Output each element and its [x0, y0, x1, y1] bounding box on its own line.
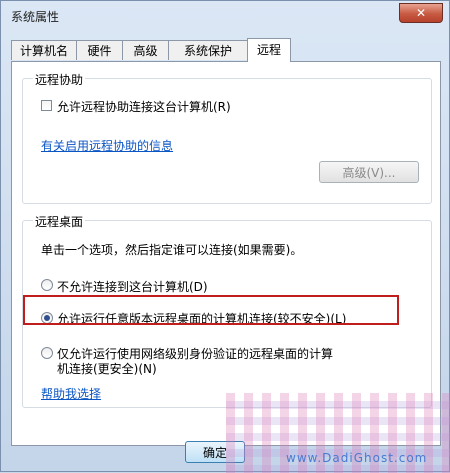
tab-advanced[interactable]: 高级 — [122, 40, 169, 60]
close-button[interactable]: ✕ — [399, 3, 443, 23]
window-title: 系统属性 — [11, 10, 60, 24]
tab-bar: 计算机名 硬件 高级 系统保护 远程 — [11, 38, 441, 62]
tab-computer-name[interactable]: 计算机名 — [11, 40, 77, 60]
tab-system-protection[interactable]: 系统保护 — [168, 40, 248, 60]
system-properties-window: 系统属性 ✕ 计算机名 硬件 高级 系统保护 远程 远程协助 允许远程协助连接这… — [0, 0, 450, 473]
tab-panel-remote: 远程协助 允许远程协助连接这台计算机(R) 有关启用远程协助的信息 高级(V).… — [11, 61, 441, 446]
remote-assistance-group: 远程协助 允许远程协助连接这台计算机(R) 有关启用远程协助的信息 高级(V).… — [22, 71, 432, 204]
close-icon: ✕ — [415, 6, 427, 20]
watermark-text: www.DadiGhost.com — [286, 451, 428, 465]
allow-remote-assistance-label[interactable]: 允许远程协助连接这台计算机(R) — [57, 98, 231, 115]
radio-allow-nla-only[interactable] — [41, 347, 53, 359]
remote-desktop-title: 远程桌面 — [33, 213, 86, 230]
help-me-choose-link[interactable]: 帮助我选择 — [41, 385, 101, 402]
remote-desktop-description: 单击一个选项，然后指定谁可以连接(如果需要)。 — [41, 243, 303, 257]
allow-remote-assistance-checkbox[interactable] — [41, 100, 52, 111]
remote-assistance-title: 远程协助 — [33, 71, 86, 88]
tab-hardware[interactable]: 硬件 — [76, 40, 123, 60]
radio-deny-connections[interactable] — [41, 279, 53, 291]
remote-assistance-info-link[interactable]: 有关启用远程协助的信息 — [41, 137, 173, 154]
advanced-button[interactable]: 高级(V)... — [319, 161, 419, 183]
title-bar: 系统属性 ✕ — [1, 1, 449, 31]
selected-option-highlight — [23, 295, 399, 325]
deny-connections-label[interactable]: 不允许连接到这台计算机(D) — [57, 278, 208, 295]
tab-remote[interactable]: 远程 — [247, 38, 291, 62]
allow-nla-only-label-line2[interactable]: 机连接(更安全)(N) — [57, 360, 157, 377]
